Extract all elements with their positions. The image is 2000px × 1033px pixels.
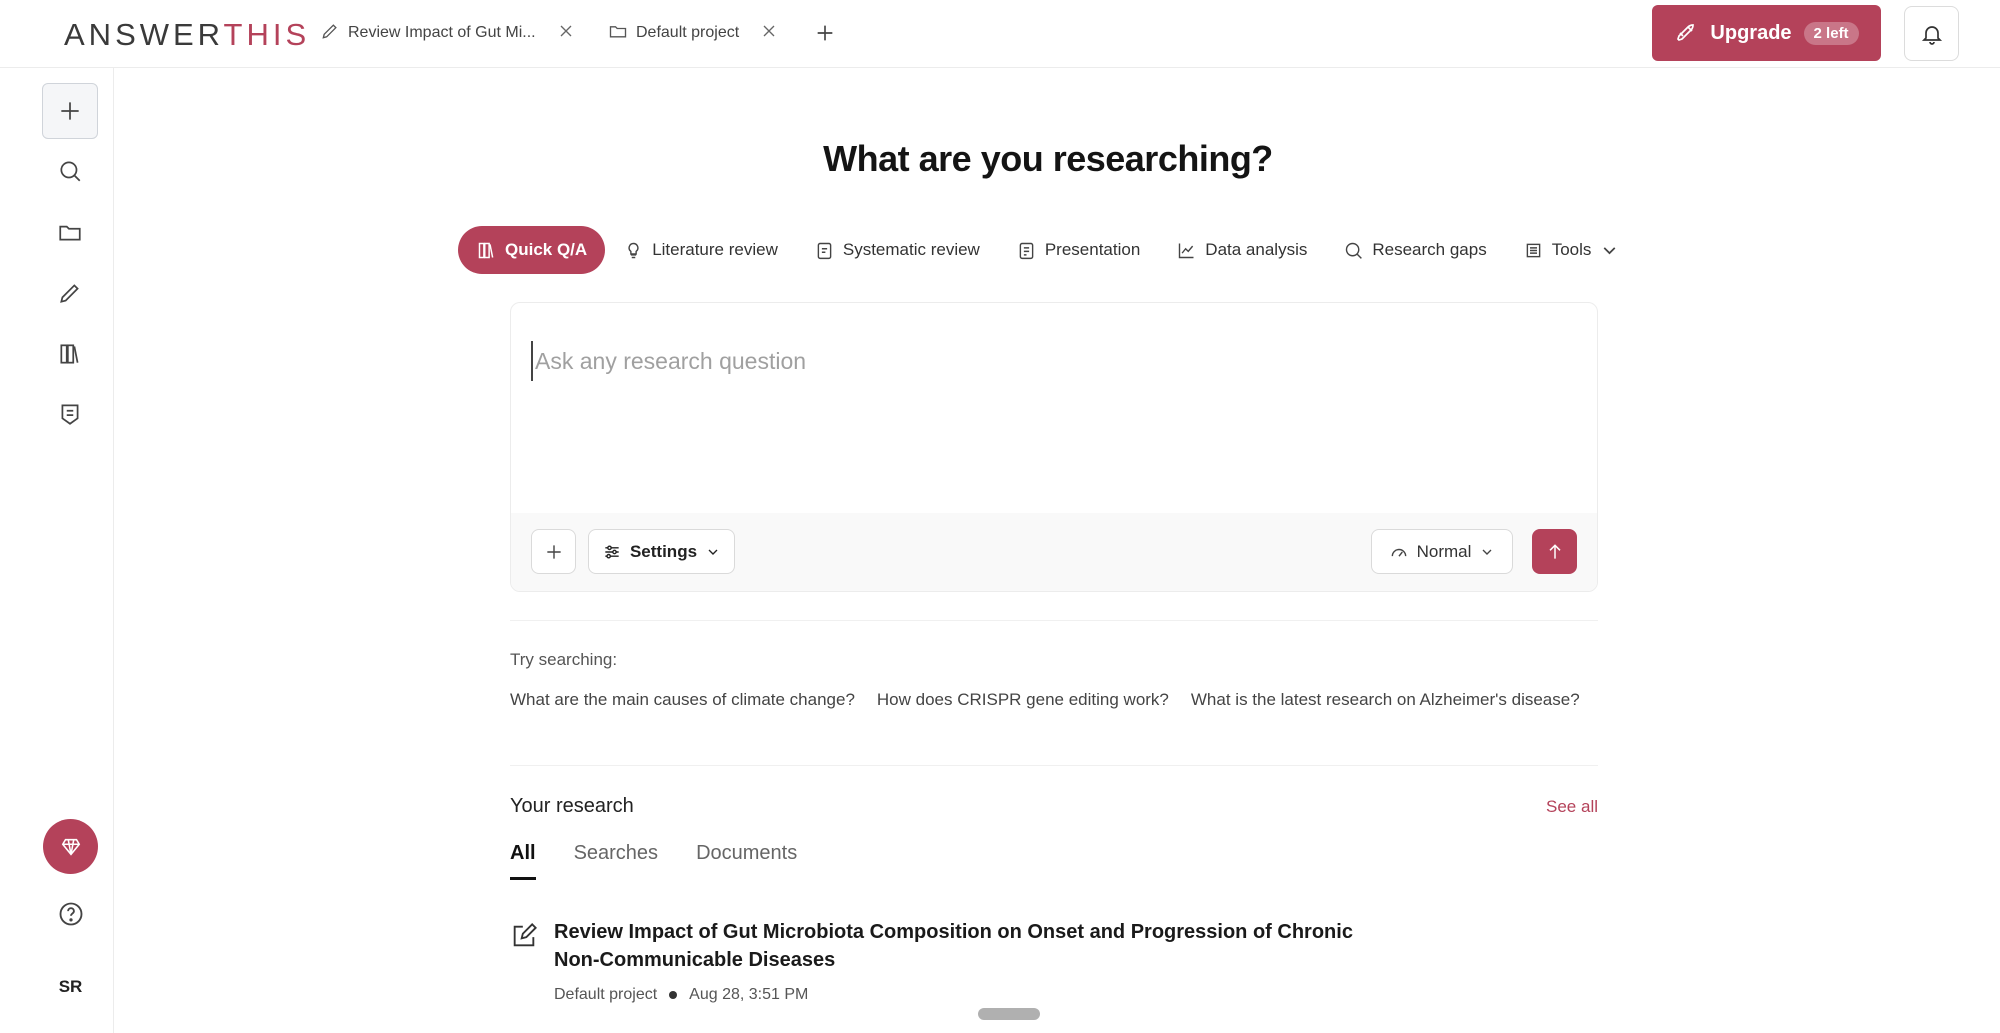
gem-icon	[61, 838, 80, 856]
mode-tools-dropdown[interactable]: Tools	[1505, 226, 1639, 274]
help-icon	[59, 902, 82, 925]
plus-icon	[61, 102, 79, 120]
close-icon[interactable]	[556, 21, 576, 46]
mode-label: Systematic review	[842, 240, 980, 259]
divider	[510, 620, 1598, 621]
page-title: What are you researching?	[823, 138, 1273, 179]
scroll-handle[interactable]	[978, 1008, 1040, 1020]
plus-icon	[817, 25, 833, 41]
library-icon	[60, 344, 79, 364]
library-icon	[478, 242, 494, 258]
folder-icon	[608, 21, 628, 46]
bell-icon	[1921, 25, 1942, 45]
section-title: Your research	[510, 795, 634, 817]
item-title[interactable]: Review Impact of Gut Microbiota Composit…	[554, 918, 1394, 974]
research-tabs: All Searches Documents	[510, 842, 797, 880]
tab-review[interactable]: Review Impact of Gut Mi...	[320, 18, 576, 48]
user-avatar[interactable]: SR	[43, 967, 98, 1007]
mode-label: Presentation	[1044, 240, 1141, 259]
edit-icon	[513, 923, 537, 947]
help-button[interactable]	[43, 886, 98, 941]
mode-systematic-review[interactable]: Systematic review	[796, 226, 998, 274]
tab-label: Review Impact of Gut Mi...	[348, 24, 536, 41]
mode-label: Data analysis	[1205, 240, 1308, 259]
sidebar: SR	[28, 68, 114, 1033]
speed-label: Normal	[1416, 541, 1472, 561]
settings-label: Settings	[629, 541, 698, 561]
mode-label: Quick Q/A	[505, 240, 588, 259]
pencil-icon	[60, 284, 79, 303]
new-tab-button[interactable]	[810, 18, 840, 48]
separator-dot	[669, 991, 678, 999]
tab-all[interactable]: All	[510, 842, 536, 880]
mode-literature-review[interactable]: Literature review	[605, 226, 796, 274]
clipboard-icon	[817, 242, 832, 259]
app-logo[interactable]: ANSWERTHIS	[64, 17, 310, 53]
rocket-icon	[1677, 24, 1695, 41]
tab-label: Default project	[636, 24, 740, 41]
tab-searches[interactable]: Searches	[574, 842, 659, 880]
search-icon	[1346, 242, 1363, 259]
top-bar: ANSWERTHIS Review Impact of Gut Mi... De…	[0, 0, 2000, 68]
slides-icon	[1019, 242, 1034, 259]
your-research-header: Your research See all	[510, 795, 1598, 818]
upgrade-label: Upgrade	[1710, 21, 1792, 44]
tab-default-project[interactable]: Default project	[608, 18, 779, 48]
mode-data-analysis[interactable]: Data analysis	[1158, 226, 1325, 274]
mode-label: Tools	[1551, 240, 1592, 259]
close-icon[interactable]	[759, 21, 779, 46]
mode-quick-qa[interactable]: Quick Q/A	[458, 226, 606, 274]
item-date: Aug 28, 3:51 PM	[689, 986, 809, 1003]
credits-badge: 2 left	[1803, 21, 1859, 45]
tab-documents[interactable]: Documents	[696, 842, 797, 880]
sidebar-projects-button[interactable]	[42, 204, 98, 260]
item-meta: Default project Aug 28, 3:51 PM	[554, 986, 808, 1004]
mode-research-gaps[interactable]: Research gaps	[1325, 226, 1504, 274]
try-searching-label: Try searching:	[510, 650, 618, 669]
sidebar-write-button[interactable]	[42, 265, 98, 321]
settings-dropdown[interactable]: Settings	[588, 529, 735, 574]
speed-dropdown[interactable]: Normal	[1371, 529, 1513, 574]
suggestion-link[interactable]: What are the main causes of climate chan…	[510, 690, 855, 710]
chevron-down-icon	[1482, 549, 1492, 555]
sidebar-notes-button[interactable]	[42, 386, 98, 442]
research-question-input[interactable]	[531, 341, 1571, 381]
notifications-button[interactable]	[1904, 6, 1959, 61]
item-project: Default project	[554, 986, 658, 1003]
suggestion-link[interactable]: How does CRISPR gene editing work?	[877, 690, 1169, 710]
mode-selector: Quick Q/A Literature review Systematic r…	[458, 225, 1638, 275]
sidebar-library-button[interactable]	[42, 326, 98, 382]
mode-label: Literature review	[652, 240, 778, 259]
research-query-box: Settings Normal	[510, 302, 1598, 592]
pencil-icon	[320, 21, 340, 46]
query-toolbar: Settings Normal	[511, 513, 1597, 591]
folder-icon	[59, 225, 81, 241]
gauge-icon	[1391, 548, 1406, 557]
lightbulb-icon	[628, 242, 639, 258]
chevron-down-icon	[708, 549, 718, 555]
divider	[510, 765, 1598, 766]
tools-icon	[1526, 243, 1541, 257]
suggestion-link[interactable]: What is the latest research on Alzheimer…	[1191, 690, 1580, 710]
chevron-down-icon	[1604, 246, 1616, 254]
attach-button[interactable]	[531, 529, 576, 574]
arrow-up-icon	[1548, 543, 1561, 559]
submit-button[interactable]	[1532, 529, 1577, 574]
suggestion-list: What are the main causes of climate chan…	[510, 690, 1580, 710]
see-all-link[interactable]: See all	[1546, 797, 1598, 817]
premium-button[interactable]	[43, 819, 98, 874]
chart-icon	[1179, 243, 1194, 258]
sidebar-new-button[interactable]	[42, 83, 98, 139]
upgrade-button[interactable]: Upgrade 2 left	[1652, 5, 1881, 61]
notes-icon	[61, 404, 79, 425]
sliders-icon	[605, 544, 619, 559]
mode-label: Research gaps	[1372, 240, 1487, 259]
mode-presentation[interactable]: Presentation	[998, 226, 1158, 274]
plus-icon	[546, 544, 561, 559]
